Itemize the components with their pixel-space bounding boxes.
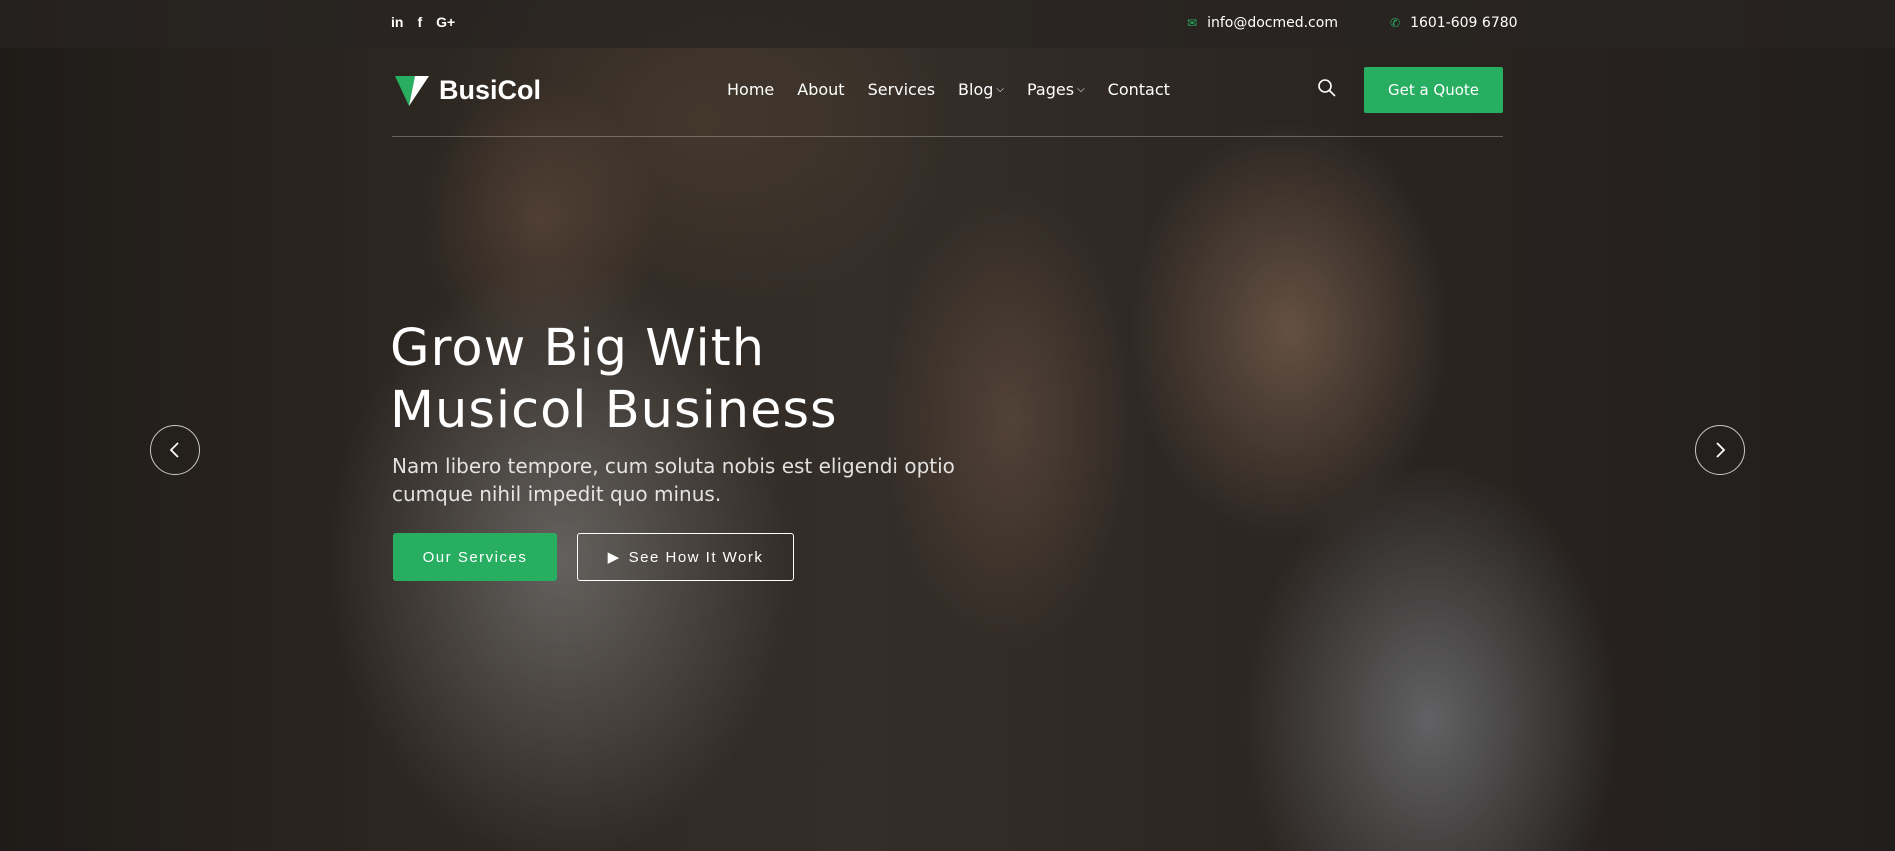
hero-subtitle: Nam libero tempore, cum soluta nobis est…: [392, 454, 955, 506]
slider-prev-button[interactable]: [150, 425, 200, 475]
top-bar: in f G+ ✉ info@docmed.com ✆ 1601-609 678…: [0, 0, 1895, 48]
nav-item-home[interactable]: Home: [727, 80, 774, 99]
nav-item-blog[interactable]: Blog ⌵: [958, 80, 1004, 99]
nav-label: Blog: [958, 80, 994, 99]
hero-title-line1: Grow Big With: [390, 319, 766, 378]
facebook-icon[interactable]: f: [417, 14, 422, 30]
nav-item-pages[interactable]: Pages ⌵: [1027, 80, 1085, 99]
nav-label: Pages: [1027, 80, 1075, 99]
nav-item-about[interactable]: About: [797, 80, 844, 99]
email-text: info@docmed.com: [1207, 15, 1338, 31]
logo-mark-icon: [395, 74, 429, 106]
header-divider: [392, 136, 1503, 137]
nav-label: Contact: [1107, 80, 1170, 99]
phone-contact[interactable]: ✆ 1601-609 6780: [1390, 15, 1518, 31]
nav-label: Home: [727, 80, 775, 99]
email-contact[interactable]: ✉ info@docmed.com: [1187, 15, 1338, 31]
chevron-down-icon: ⌵: [1077, 84, 1085, 95]
chevron-left-icon: [169, 442, 179, 458]
hero-title: Grow Big With Musicol Business: [390, 318, 1090, 442]
nav-item-services[interactable]: Services: [868, 80, 935, 99]
get-a-quote-button[interactable]: Get a Quote: [1364, 67, 1503, 113]
nav-label: Services: [867, 80, 936, 99]
see-how-it-work-label: See How It Work: [628, 548, 764, 566]
logo[interactable]: BusiCol: [395, 74, 541, 106]
social-links: in f G+: [391, 14, 455, 30]
play-icon: ▶: [607, 549, 621, 566]
envelope-icon: ✉: [1187, 16, 1198, 30]
phone-text: 1601-609 6780: [1410, 15, 1518, 31]
phone-icon: ✆: [1390, 16, 1401, 30]
nav-item-contact[interactable]: Contact: [1108, 80, 1170, 99]
our-services-button[interactable]: Our Services: [393, 533, 557, 581]
chevron-right-icon: [1716, 442, 1726, 458]
search-icon[interactable]: [1317, 78, 1337, 98]
nav-label: About: [797, 80, 845, 99]
chevron-down-icon: ⌵: [996, 84, 1004, 95]
hero-title-line2: Musicol Business: [390, 381, 838, 440]
see-how-it-work-button[interactable]: ▶ See How It Work: [577, 533, 794, 581]
google-plus-icon[interactable]: G+: [436, 14, 455, 30]
linkedin-icon[interactable]: in: [391, 14, 403, 30]
main-nav: Home About Services Blog ⌵ Pages ⌵ Contact: [727, 80, 1193, 99]
brand-name: BusiCol: [439, 74, 542, 105]
slider-next-button[interactable]: [1695, 425, 1745, 475]
